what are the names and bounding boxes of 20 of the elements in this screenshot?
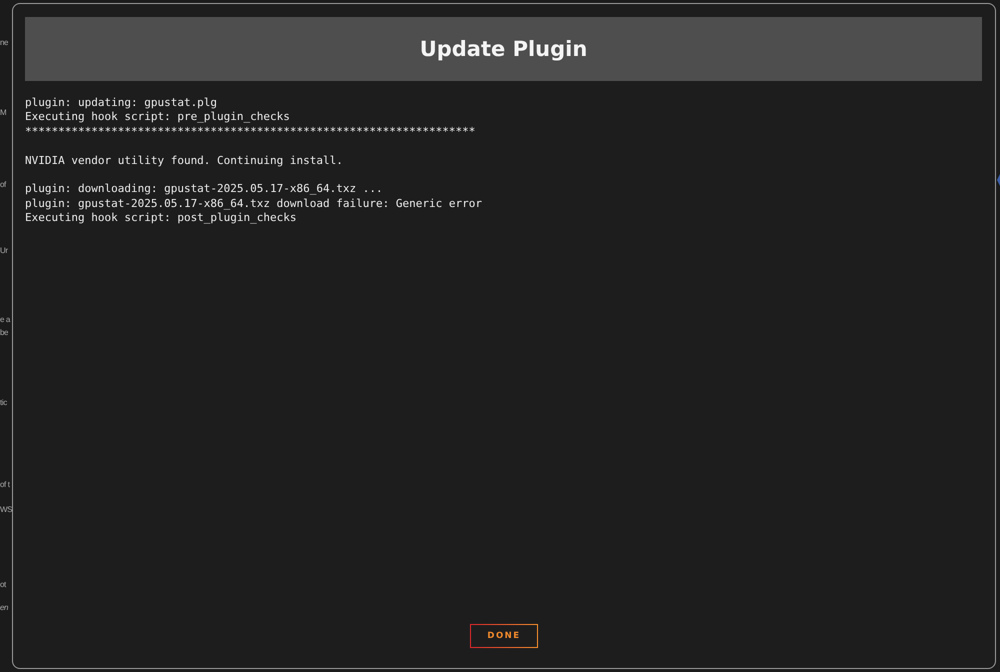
background-text: WS: [0, 504, 12, 515]
background-text: of: [0, 179, 6, 190]
log-line: plugin: downloading: gpustat-2025.05.17-x86_64.txz ...: [25, 182, 383, 197]
log-line: ********************************************************************: [25, 124, 476, 140]
log-line: NVIDIA vendor utility found. Continuing install.: [25, 154, 343, 168]
log-line: Executing hook script: pre_plugin_checks: [25, 110, 290, 125]
background-text: of t: [0, 479, 10, 490]
dialog-title: Update Plugin: [420, 37, 588, 61]
log-line: plugin: updating: gpustat.plg: [25, 96, 218, 110]
log-line: plugin: gpustat-2025.05.17-x86_64.txz download failure: Generic error: [25, 196, 482, 212]
background-text: e a: [0, 314, 10, 325]
background-text: ot: [0, 579, 6, 590]
background-text: tic: [0, 397, 7, 408]
background-text: en: [0, 602, 8, 613]
background-text: M: [0, 107, 6, 118]
background-text: Ur: [0, 245, 8, 256]
background-text: ne: [0, 37, 8, 48]
log-line: Executing hook script: post_plugin_checks: [25, 211, 297, 226]
done-button[interactable]: DONE: [470, 624, 538, 648]
background-text: be: [0, 327, 8, 338]
